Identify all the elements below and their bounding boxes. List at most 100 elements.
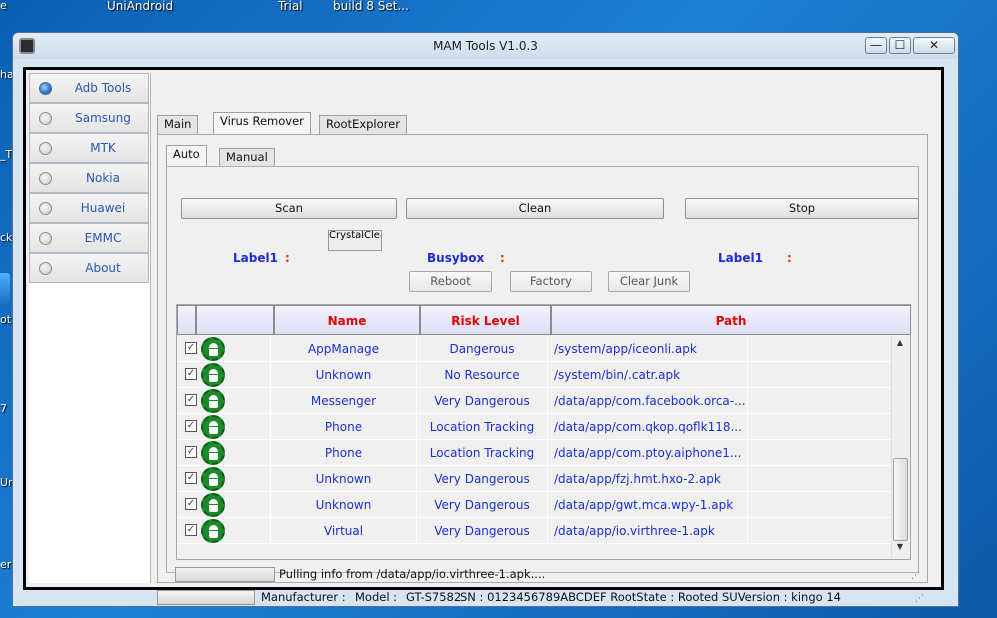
radio-icon[interactable] (39, 232, 52, 245)
empty-cell (747, 362, 893, 388)
sidebar-item-samsung[interactable]: Samsung (29, 103, 149, 133)
header-blank (196, 305, 274, 335)
scroll-up-arrow-icon[interactable]: ▲ (892, 338, 908, 352)
android-body-shape (209, 401, 218, 408)
table-row[interactable]: ✓ Virtual Very Dangerous/data/app/io.virth… (177, 518, 893, 544)
desktop-icon-label[interactable]: Trial (278, 0, 303, 13)
factory-button[interactable]: Factory (510, 271, 592, 292)
android-body-shape (209, 479, 218, 486)
row-checkbox[interactable]: ✓ (185, 342, 197, 354)
table-row[interactable]: ✓ Phone Location Tracking/data/app/com.pto… (177, 440, 893, 466)
android-body-shape (209, 349, 218, 356)
reboot-button[interactable]: Reboot (409, 271, 492, 292)
row-checkbox[interactable]: ✓ (185, 446, 197, 458)
table-header: Name Risk Level Path (177, 305, 911, 335)
close-button[interactable]: ✕ (913, 37, 955, 54)
table-row[interactable]: ✓ Messenger Very Dangerous/data/app/com.fa… (177, 388, 893, 414)
tab-virus-remover[interactable]: Virus Remover (213, 112, 311, 134)
tab-main[interactable]: Main (157, 115, 199, 134)
table-vertical-scrollbar[interactable]: ▲ ▼ (891, 336, 909, 558)
stop-button[interactable]: Stop (685, 198, 919, 219)
header-name[interactable]: Name (274, 305, 420, 335)
sidebar-item-nokia[interactable]: Nokia (29, 163, 149, 193)
desktop-icon-label[interactable]: UniAndroid (107, 0, 173, 13)
sidebar-item-about[interactable]: About (29, 253, 149, 283)
sidebar-item-adb-tools[interactable]: Adb Tools (29, 73, 149, 103)
sidebar-item-emmc[interactable]: EMMC (29, 223, 149, 253)
android-icon (201, 493, 225, 517)
radio-selected-icon[interactable] (39, 82, 52, 95)
model-label: Model : (355, 590, 398, 604)
table-row[interactable]: ✓ Unknown Very Dangerous/data/app/gwt.mca.… (177, 492, 893, 518)
name-cell: Unknown (270, 492, 416, 518)
path-cell: /data/app/com.ptoy.aiphone1... (547, 440, 747, 466)
risk-level-cell: Location Tracking (416, 440, 547, 466)
android-body-shape (209, 427, 218, 434)
minimize-button[interactable]: — (865, 37, 887, 54)
scroll-thumb[interactable] (893, 458, 908, 541)
sidebar-item-huawei[interactable]: Huawei (29, 193, 149, 223)
name-cell: Phone (270, 414, 416, 440)
tab-auto[interactable]: Auto (166, 145, 207, 166)
status-text: Pulling info from /data/app/io.virthree-… (279, 567, 546, 581)
desktop-icon-label[interactable]: build 8 Set... (333, 0, 409, 13)
header-risk-level[interactable]: Risk Level (420, 305, 551, 335)
clean-button[interactable]: Clean (406, 198, 664, 219)
row-checkbox[interactable]: ✓ (185, 498, 197, 510)
android-head-shape (209, 343, 218, 348)
android-icon (201, 389, 225, 413)
path-cell: /system/bin/.catr.apk (547, 362, 747, 388)
resize-grip-icon[interactable]: ⋰ (911, 571, 920, 581)
tab-root-explorer[interactable]: RootExplorer (319, 115, 407, 134)
sidebar-item-label: Huawei (80, 201, 126, 215)
android-icon (201, 467, 225, 491)
table-row[interactable]: ✓ Unknown Very Dangerous/data/app/fzj.hmt.… (177, 466, 893, 492)
row-checkbox[interactable]: ✓ (185, 472, 197, 484)
path-cell: /data/app/com.qkop.qoflk118... (547, 414, 747, 440)
android-icon (201, 415, 225, 439)
name-cell: Unknown (270, 362, 416, 388)
risk-level-cell: Very Dangerous (416, 466, 547, 492)
sidebar-item-label: About (85, 261, 121, 275)
risk-level-cell: Dangerous (416, 336, 547, 362)
radio-icon[interactable] (39, 142, 52, 155)
path-cell: /data/app/fzj.hmt.hxo-2.apk (547, 466, 747, 492)
scroll-down-arrow-icon[interactable]: ▼ (892, 542, 908, 556)
empty-cell (747, 440, 893, 466)
desktop-app-icon[interactable] (0, 273, 10, 307)
clear-junk-button[interactable]: Clear Junk (608, 271, 690, 292)
title-bar[interactable]: MAM Tools V1.0.3 — ☐ ✕ (13, 33, 958, 59)
android-head-shape (209, 421, 218, 426)
radio-icon[interactable] (39, 262, 52, 275)
label-colon: : (285, 251, 290, 265)
manufacturer-label: Manufacturer : (261, 590, 346, 604)
android-head-shape (209, 369, 218, 374)
resize-grip-icon[interactable]: ⋰ (915, 594, 924, 604)
row-checkbox[interactable]: ✓ (185, 524, 197, 536)
row-checkbox[interactable]: ✓ (185, 420, 197, 432)
desktop-fragment: ot (0, 313, 12, 326)
auto-panel: Scan Clean Stop CrystalClearButt Label1 … (166, 166, 920, 582)
radio-icon[interactable] (39, 172, 52, 185)
radio-icon[interactable] (39, 112, 52, 125)
radio-icon[interactable] (39, 202, 52, 215)
table-row[interactable]: ✓ Unknown No Resource/system/bin/.catr.apk (177, 362, 893, 388)
risk-level-cell: Very Dangerous (416, 388, 547, 414)
header-path[interactable]: Path (551, 305, 911, 335)
table-row[interactable]: ✓ Phone Location Tracking/data/app/com.qko… (177, 414, 893, 440)
android-icon (201, 337, 225, 361)
row-checkbox[interactable]: ✓ (185, 368, 197, 380)
android-head-shape (209, 473, 218, 478)
tab-manual[interactable]: Manual (219, 148, 275, 166)
maximize-button[interactable]: ☐ (889, 37, 911, 54)
risk-level-cell: No Resource (416, 362, 547, 388)
table-row[interactable]: ✓ AppManage Dangerous/system/app/iceonli.a… (177, 336, 893, 362)
row-checkbox[interactable]: ✓ (185, 394, 197, 406)
sidebar-item-mtk[interactable]: MTK (29, 133, 149, 163)
name-cell: Messenger (270, 388, 416, 414)
crystal-clear-button[interactable]: CrystalClearButt (328, 230, 382, 251)
empty-cell (747, 492, 893, 518)
scan-button[interactable]: Scan (181, 198, 397, 219)
empty-cell (747, 336, 893, 362)
desktop-fragment: er (0, 558, 12, 571)
